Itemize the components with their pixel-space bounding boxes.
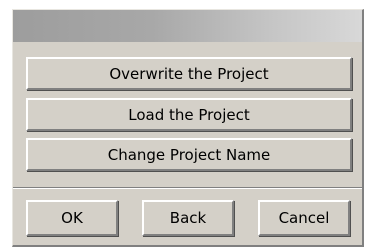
- overwrite-project-label: Overwrite the Project: [109, 64, 269, 83]
- cancel-label: Cancel: [278, 209, 330, 227]
- project-dialog: Overwrite the Project Load the Project C…: [12, 9, 364, 247]
- overwrite-project-button[interactable]: Overwrite the Project: [26, 57, 352, 90]
- back-button[interactable]: Back: [142, 200, 234, 236]
- divider: [13, 187, 362, 189]
- title-bar[interactable]: [13, 10, 362, 42]
- back-label: Back: [169, 209, 207, 227]
- ok-label: OK: [61, 209, 83, 227]
- cancel-button[interactable]: Cancel: [258, 200, 350, 236]
- load-project-button[interactable]: Load the Project: [26, 98, 352, 131]
- change-project-name-label: Change Project Name: [107, 145, 271, 164]
- load-project-label: Load the Project: [128, 105, 250, 124]
- change-project-name-button[interactable]: Change Project Name: [26, 138, 352, 171]
- ok-button[interactable]: OK: [26, 200, 118, 236]
